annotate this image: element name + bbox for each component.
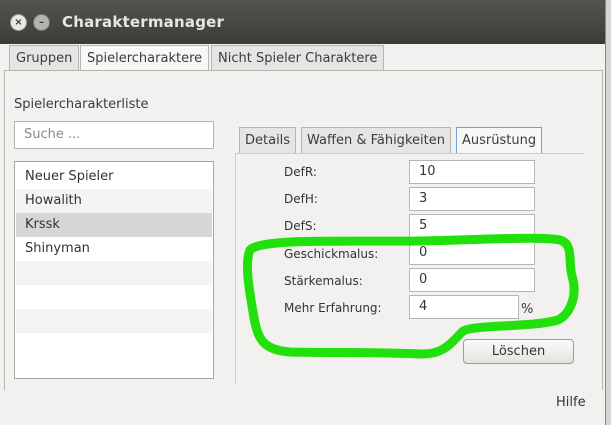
- tab-waffen-faehigkeiten[interactable]: Waffen & Fähigkeiten: [301, 127, 451, 153]
- delete-button[interactable]: Löschen: [463, 339, 574, 364]
- status-bar: [0, 390, 605, 425]
- character-list[interactable]: Neuer Spieler Howalith Krssk Shinyman: [14, 161, 214, 379]
- percent-label: %: [521, 302, 534, 317]
- defs-field[interactable]: 5: [409, 214, 535, 238]
- defs-label: DefS:: [284, 219, 317, 233]
- mehr-erfahrung-label: Mehr Erfahrung:: [284, 301, 382, 315]
- defh-label: DefH:: [284, 192, 318, 206]
- empty-list-row: [16, 333, 212, 357]
- tab-nicht-spieler-charaktere[interactable]: Nicht Spieler Charaktere: [211, 45, 385, 70]
- close-window-button[interactable]: ×: [10, 14, 27, 31]
- defr-label: DefR:: [284, 165, 317, 179]
- tab-gruppen[interactable]: Gruppen: [9, 45, 80, 70]
- empty-list-row: [16, 309, 212, 333]
- title-bar[interactable]: × – Charaktermanager: [0, 0, 605, 44]
- list-item[interactable]: Neuer Spieler: [16, 165, 212, 189]
- empty-list-row: [16, 261, 212, 285]
- tab-ausruestung[interactable]: Ausrüstung: [456, 127, 543, 153]
- defh-field[interactable]: 3: [409, 187, 535, 211]
- staerkemalus-label: Stärkemalus:: [284, 274, 363, 288]
- window-title: Charaktermanager: [62, 13, 225, 31]
- list-item[interactable]: Shinyman: [16, 237, 212, 261]
- minimize-window-button[interactable]: –: [33, 14, 50, 31]
- geschickmalus-field[interactable]: 0: [409, 241, 535, 265]
- tab-details[interactable]: Details: [239, 127, 297, 153]
- list-item[interactable]: Krssk: [16, 213, 212, 237]
- defr-field[interactable]: 10: [409, 160, 535, 184]
- geschickmalus-label: Geschickmalus:: [284, 247, 379, 261]
- staerkemalus-field[interactable]: 0: [409, 268, 535, 292]
- help-link[interactable]: Hilfe: [556, 395, 586, 410]
- tab-spielercharaktere[interactable]: Spielercharaktere: [80, 45, 210, 70]
- charaktermanager-window: × – Charaktermanager Gruppen Spielerchar…: [0, 0, 606, 425]
- list-item[interactable]: Howalith: [16, 189, 212, 213]
- search-input[interactable]: Suche ...: [14, 121, 214, 149]
- character-list-title: Spielercharakterliste: [14, 97, 149, 112]
- mehr-erfahrung-field[interactable]: 4: [409, 295, 519, 319]
- empty-list-row: [16, 285, 212, 309]
